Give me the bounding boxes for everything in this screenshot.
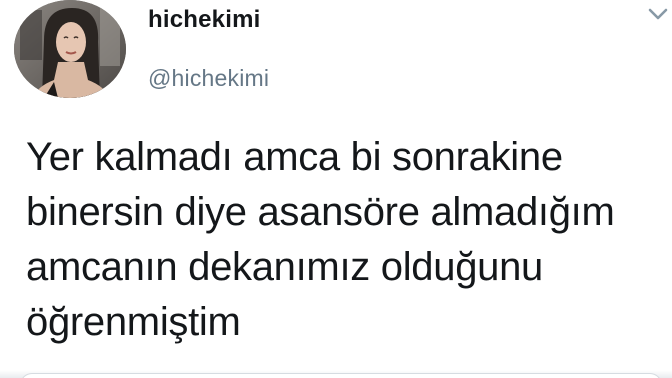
avatar[interactable] bbox=[14, 0, 126, 98]
user-handle[interactable]: @hichekimi bbox=[148, 65, 269, 92]
tweet-text: Yer kalmadı amca bi sonrakine binersin d… bbox=[26, 130, 666, 350]
tweet-text-line: amcanın dekanımız olduğunu bbox=[26, 245, 543, 289]
tweet-card: hichekimi @hichekimi Yer kalmadı amca bi… bbox=[0, 0, 672, 378]
avatar-photo bbox=[14, 0, 126, 98]
tweet-text-line: öğrenmiştim bbox=[26, 300, 241, 344]
tweet-text-line: binersin diye asansöre almadığım bbox=[26, 190, 615, 234]
quoted-card-edge bbox=[20, 373, 662, 378]
tweet-text-line: Yer kalmadı amca bi sonrakine bbox=[26, 135, 563, 179]
chevron-down-icon[interactable] bbox=[640, 0, 672, 36]
display-name[interactable]: hichekimi bbox=[148, 6, 261, 34]
